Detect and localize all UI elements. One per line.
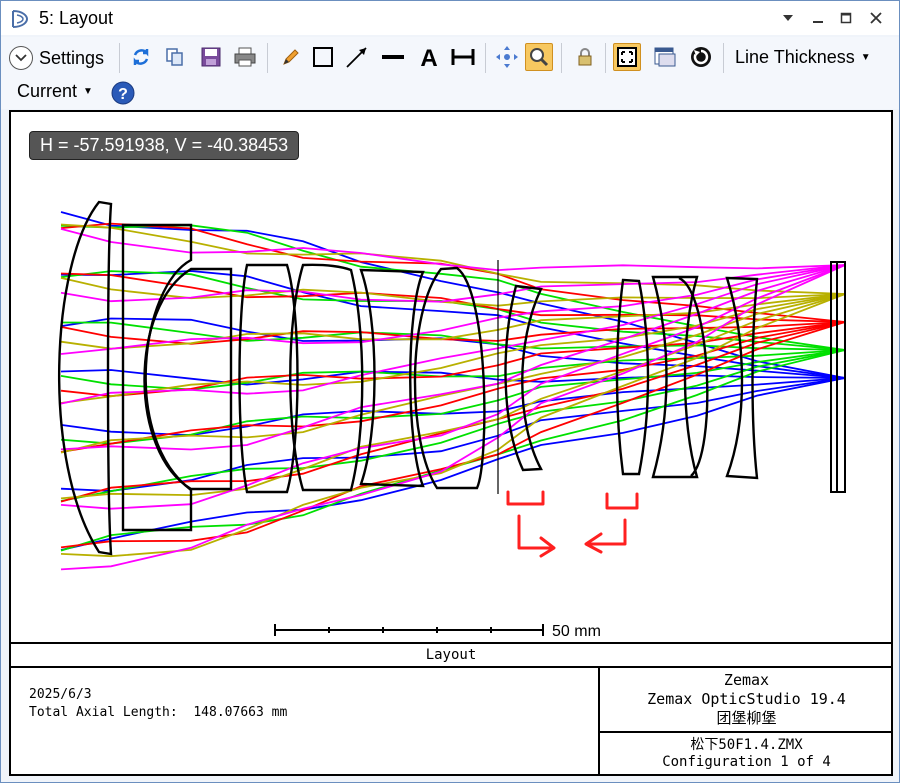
plot-caption: Layout xyxy=(11,642,891,668)
toolbar-separator xyxy=(605,43,606,73)
chevron-down-icon[interactable] xyxy=(777,7,799,29)
svg-text:?: ? xyxy=(118,86,128,103)
line-thickness-dropdown[interactable]: Line Thickness ▼ xyxy=(735,47,871,68)
caret-down-icon: ▼ xyxy=(860,52,871,63)
window-layout-icon[interactable] xyxy=(651,43,679,71)
chevron-down-circle-icon xyxy=(9,46,33,70)
maximize-icon[interactable] xyxy=(835,7,857,29)
toolbar-separator xyxy=(267,43,268,73)
total-axial-length: Total Axial Length: 148.07663 mm xyxy=(29,705,288,720)
ray-path xyxy=(60,349,846,552)
line-icon[interactable] xyxy=(379,43,407,71)
toolbar-separator xyxy=(723,43,724,73)
caret-down-icon: ▼ xyxy=(83,86,93,97)
secondary-toolbar: Current ▼ ? xyxy=(1,77,899,109)
toolbar-separator xyxy=(119,43,120,73)
close-icon[interactable] xyxy=(865,7,887,29)
annotation-bracket-right xyxy=(605,492,639,510)
svg-text:A: A xyxy=(420,45,437,69)
annotation-bracket-left xyxy=(506,490,545,506)
ray-path xyxy=(60,222,846,323)
software-version: Zemax OpticStudio 19.4 xyxy=(647,690,846,708)
save-icon[interactable] xyxy=(197,43,225,71)
line-thickness-label: Line Thickness xyxy=(735,47,855,67)
ray-traces xyxy=(60,211,846,571)
file-name: 松下50F1.4.ZMX xyxy=(690,737,803,753)
zoom-icon[interactable] xyxy=(525,43,553,71)
layout-window: 5: Layout Settings A Line Thickness ▼ Cu… xyxy=(0,0,900,783)
configuration-label: Configuration 1 of 4 xyxy=(662,754,831,770)
pencil-icon[interactable] xyxy=(277,43,305,71)
pan-icon[interactable] xyxy=(493,43,521,71)
scale-bar-label: 50 mm xyxy=(552,623,601,640)
lens-element-1 xyxy=(58,200,113,556)
window-title: 5: Layout xyxy=(39,8,114,28)
help-icon[interactable]: ? xyxy=(109,79,137,107)
title-block: Zemax Zemax OpticStudio 19.4 团堡柳堡 xyxy=(600,668,893,733)
dimension-icon[interactable] xyxy=(449,43,477,71)
frame-icon[interactable] xyxy=(613,43,641,71)
author-name: 团堡柳堡 xyxy=(716,709,777,727)
annotation-arrow-right xyxy=(517,514,556,558)
refresh-icon[interactable] xyxy=(127,43,155,71)
copy-icon[interactable] xyxy=(161,43,189,71)
file-block: 松下50F1.4.ZMX Configuration 1 of 4 xyxy=(600,735,893,776)
lock-icon[interactable] xyxy=(571,43,599,71)
rotate-icon[interactable] xyxy=(687,43,715,71)
company-name: Zemax xyxy=(723,671,770,689)
current-dropdown[interactable]: Current ▼ xyxy=(17,81,93,102)
scale-bar xyxy=(274,624,544,636)
plot-info-left: 2025/6/3 Total Axial Length: 148.07663 m… xyxy=(29,686,287,722)
text-icon[interactable]: A xyxy=(415,43,443,71)
rectangle-icon[interactable] xyxy=(309,43,337,71)
zemax-window-icon xyxy=(12,10,29,28)
main-toolbar: Settings A Line Thickness ▼ xyxy=(1,37,899,77)
plot-info-right: Zemax Zemax OpticStudio 19.4 团堡柳堡 松下50F1… xyxy=(598,668,893,776)
settings-label: Settings xyxy=(39,47,105,68)
annotation-marks xyxy=(506,490,639,558)
plot-date: 2025/6/3 xyxy=(29,687,92,702)
layout-plot-frame[interactable]: H = -57.591938, V = -40.38453 50 mm Layo… xyxy=(9,110,893,776)
toolbar-separator xyxy=(485,43,486,73)
toolbar-separator xyxy=(561,43,562,73)
minimize-icon[interactable] xyxy=(807,7,829,29)
annotation-arrow-left xyxy=(584,518,627,554)
print-icon[interactable] xyxy=(231,43,259,71)
title-bar[interactable]: 5: Layout xyxy=(1,1,899,35)
current-label: Current xyxy=(17,81,78,101)
arrow-icon[interactable] xyxy=(343,43,371,71)
lens-layout-drawing: 50 mm xyxy=(58,200,846,640)
settings-button[interactable]: Settings xyxy=(9,43,104,73)
